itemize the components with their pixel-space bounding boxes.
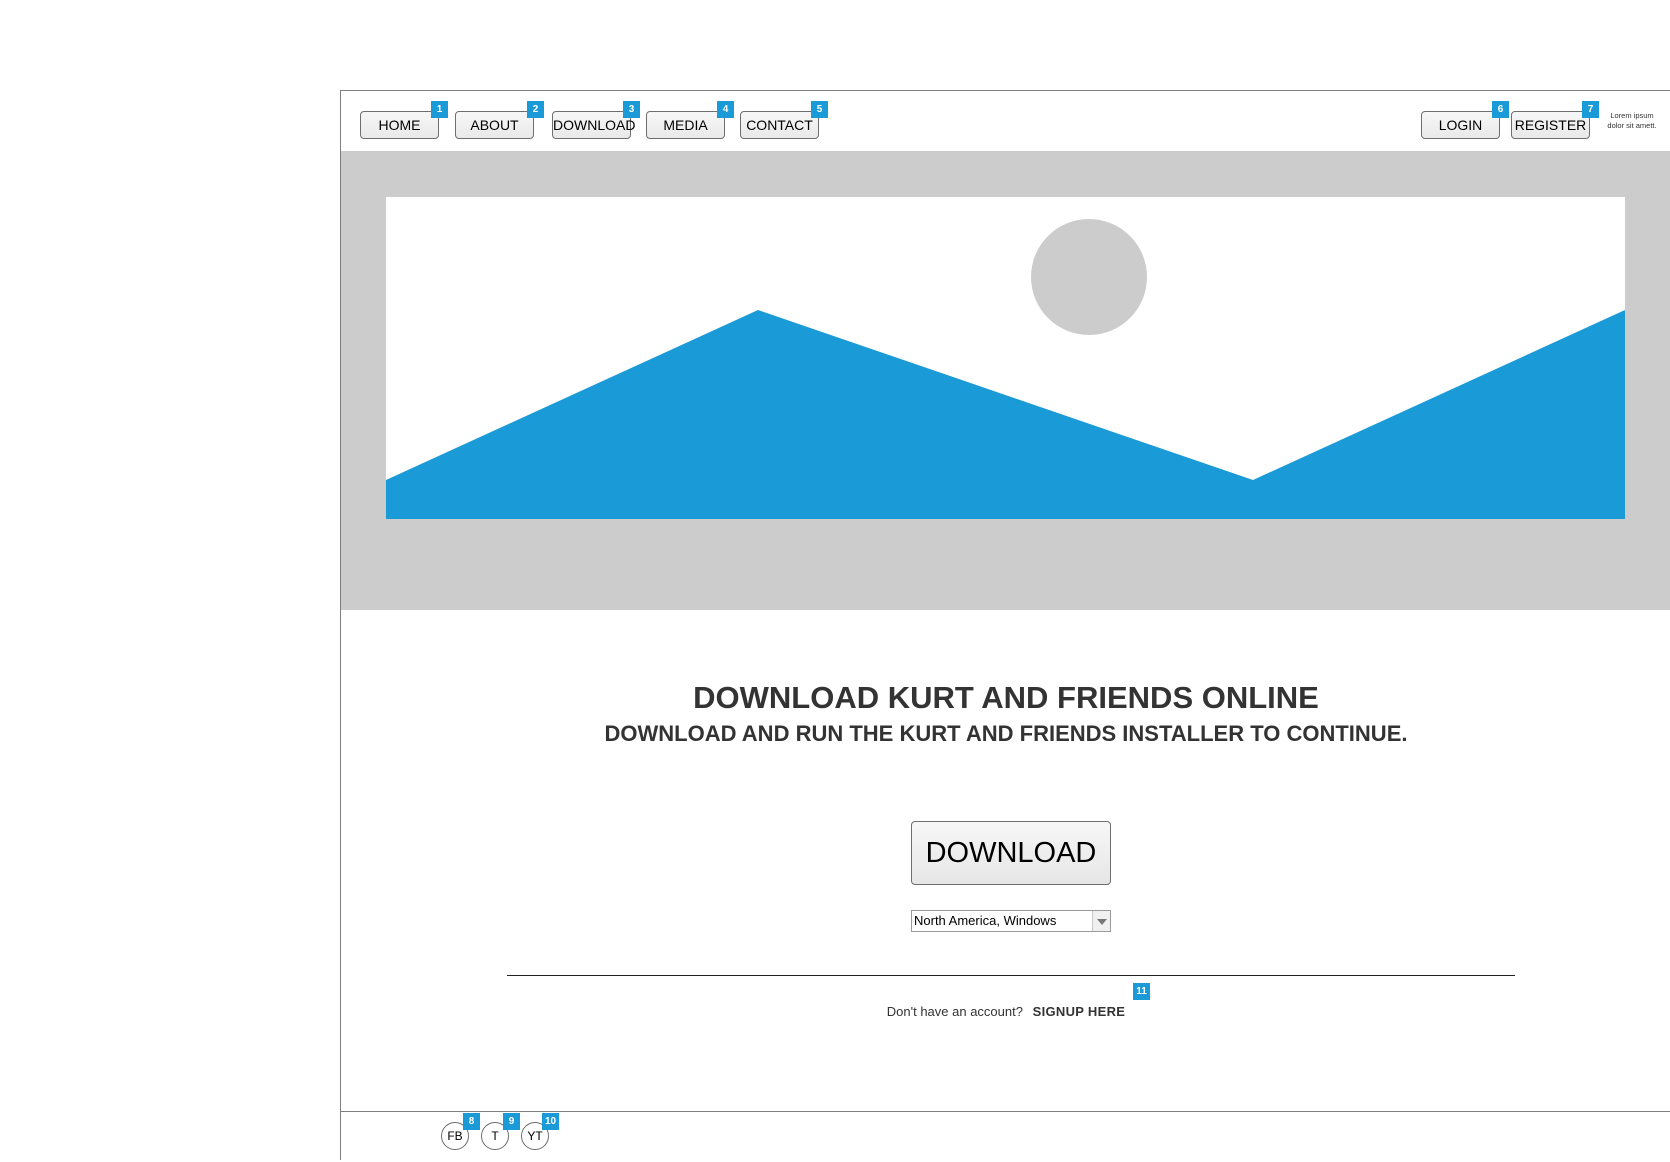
- nav-download-button[interactable]: DOWNLOAD: [552, 111, 635, 139]
- annotation-badge: 4: [717, 101, 734, 118]
- region-select[interactable]: North America, Windows: [911, 910, 1111, 932]
- annotation-badge: 1: [431, 101, 448, 118]
- page-subtitle: DOWNLOAD AND RUN THE KURT AND FRIENDS IN…: [604, 721, 1408, 746]
- region-select-value: North America, Windows: [914, 913, 1057, 928]
- annotation-badge: 3: [623, 101, 640, 118]
- mountain-shape: [386, 310, 1625, 519]
- annotation-badge: 2: [527, 101, 544, 118]
- footer: FB 8 T 9 YT 10: [341, 1111, 1670, 1162]
- signup-link[interactable]: SIGNUP HERE: [1033, 1004, 1126, 1019]
- download-button[interactable]: DOWNLOAD: [911, 821, 1111, 885]
- chevron-down-icon[interactable]: [1092, 911, 1110, 931]
- annotation-badge: 10: [542, 1113, 559, 1130]
- divider: [507, 975, 1515, 976]
- annotation-badge: 5: [811, 101, 828, 118]
- signup-prompt: Don't have an account?: [886, 1004, 1023, 1019]
- login-button[interactable]: LOGIN: [1421, 111, 1500, 139]
- signup-row: Don't have an account? SIGNUP HERE: [341, 1004, 1670, 1019]
- image-placeholder-icon: [386, 197, 1625, 519]
- nav-side-text: Lorem ipsum dolor sit amett.: [1607, 111, 1657, 130]
- nav-media-button[interactable]: MEDIA: [646, 111, 725, 139]
- nav-home-button[interactable]: HOME: [360, 111, 439, 139]
- annotation-badge: 7: [1582, 101, 1599, 118]
- nav-contact-button[interactable]: CONTACT: [740, 111, 819, 139]
- sun-shape: [1031, 219, 1147, 335]
- annotation-badge: 6: [1492, 101, 1509, 118]
- annotation-badge: 11: [1133, 983, 1150, 1000]
- annotation-badge: 9: [503, 1113, 520, 1130]
- hero-image-svg: [386, 219, 1625, 519]
- annotation-badge: 8: [463, 1113, 480, 1130]
- register-button[interactable]: REGISTER: [1511, 111, 1590, 139]
- hero-banner: [341, 151, 1670, 610]
- page-frame: HOME 1 ABOUT 2 DOWNLOAD 3 MEDIA 4 CONTAC…: [340, 90, 1670, 1160]
- nav-about-button[interactable]: ABOUT: [455, 111, 534, 139]
- page-title: DOWNLOAD KURT AND FRIENDS ONLINE: [693, 680, 1319, 715]
